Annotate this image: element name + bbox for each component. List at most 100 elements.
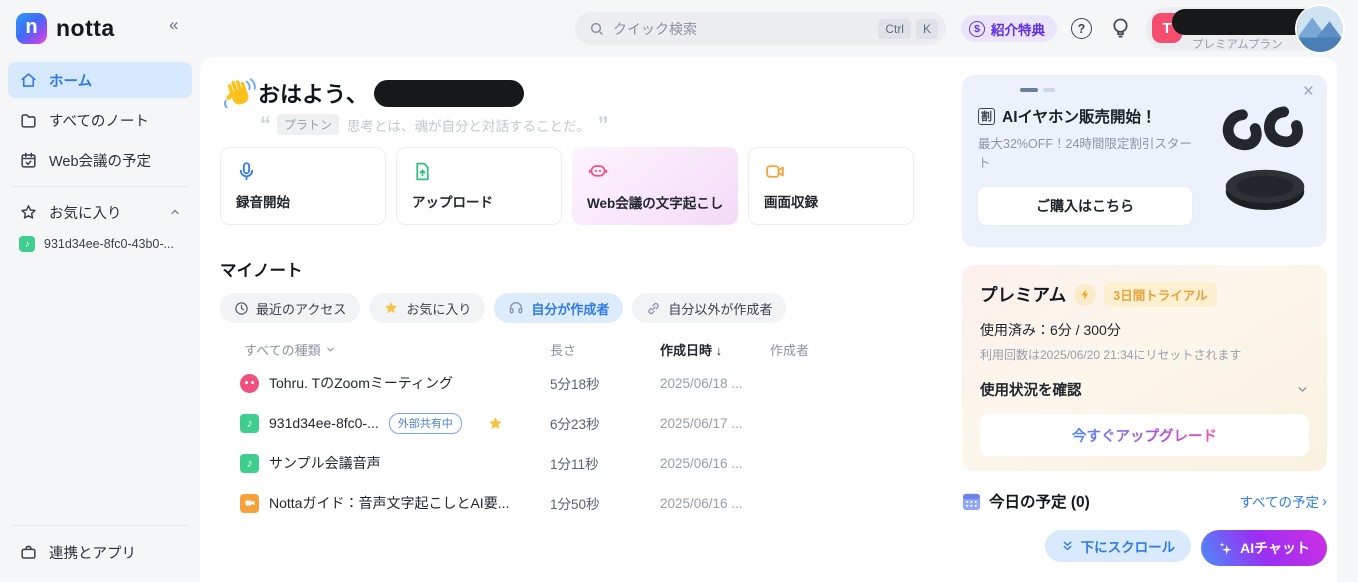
filter-created-by-others[interactable]: 自分以外が作成者: [632, 293, 786, 323]
double-chevron-down-icon: [1061, 539, 1074, 553]
filter-label: 自分が作成者: [531, 299, 609, 318]
search-input[interactable]: [613, 21, 873, 37]
note-title[interactable]: サンプル会議音声: [269, 453, 381, 473]
link-icon: [646, 301, 661, 316]
column-label: すべての種類: [244, 340, 321, 359]
filter-recent-access[interactable]: 最近のアクセス: [220, 293, 360, 323]
all-schedules-label: すべての予定: [1239, 491, 1319, 511]
action-label: アップロード: [412, 191, 546, 211]
microphone-icon: [236, 161, 257, 182]
sidebar: ホーム すべてのノート Web会議の予定 お気に入り ♪ 931d34ee-8f…: [0, 57, 200, 582]
note-created: 2025/06/18 ...: [660, 376, 770, 391]
action-label: 録音開始: [236, 191, 370, 211]
audio-file-icon: ♪: [240, 414, 259, 433]
column-created[interactable]: 作成日時 ↓: [660, 340, 770, 359]
discount-badge-icon: 割: [978, 108, 995, 125]
earphones-image: [1211, 101, 1319, 218]
premium-header: プレミアム 3日間トライアル: [980, 282, 1309, 307]
video-file-icon: [240, 494, 259, 513]
quick-search[interactable]: Ctrl K: [575, 12, 946, 45]
table-row[interactable]: ♪ 931d34ee-8fc0-... 外部共有中 6分23秒 2025/06/…: [220, 403, 934, 443]
upload-button[interactable]: アップロード: [396, 147, 562, 225]
purchase-button[interactable]: ご購入はこちら: [978, 187, 1192, 225]
close-icon[interactable]: ×: [1303, 81, 1314, 103]
action-label: Web会議の文字起こし: [587, 192, 723, 212]
meeting-transcribe-button[interactable]: Web会議の文字起こし: [572, 147, 738, 225]
audio-file-icon: ♪: [19, 236, 35, 252]
meeting-bot-icon: [587, 160, 609, 181]
clock-icon: [234, 301, 249, 316]
close-quote-icon: ”: [598, 120, 607, 130]
calendar-icon: [19, 151, 38, 170]
notes-table: すべての種類 長さ 作成日時 ↓ 作成者 Tohru. TのZoomミーティング…: [220, 335, 934, 523]
note-duration: 1分50秒: [550, 493, 660, 513]
question-glyph: ?: [1078, 22, 1086, 36]
greeting-row: おはよう、: [258, 77, 524, 109]
sidebar-favorites-header[interactable]: お気に入り: [8, 195, 192, 229]
note-title[interactable]: Nottaガイド：音声文字起こしとAI要...: [269, 493, 509, 513]
user-photo-avatar[interactable]: [1297, 6, 1343, 52]
filter-favorites[interactable]: お気に入り: [369, 293, 485, 323]
sidebar-footer: 連携とアプリ: [8, 517, 192, 574]
usage-reset-note: 利用回数は2025/06/20 21:34にリセットされます: [980, 346, 1309, 363]
premium-title: プレミアム: [980, 282, 1066, 307]
table-row[interactable]: Tohru. TのZoomミーティング 5分18秒 2025/06/18 ...: [220, 363, 934, 403]
note-title[interactable]: 931d34ee-8fc0-...: [269, 415, 379, 431]
upload-file-icon: [412, 161, 433, 182]
usage-summary: 使用済み：6分 / 300分: [980, 320, 1309, 340]
referral-label: 紹介特典: [991, 19, 1045, 39]
note-created: 2025/06/16 ...: [660, 456, 770, 471]
usage-detail-toggle[interactable]: 使用状況を確認: [980, 379, 1309, 400]
sidebar-item-integrations[interactable]: 連携とアプリ: [8, 534, 192, 570]
column-duration: 長さ: [550, 340, 660, 359]
star-icon: [19, 203, 38, 222]
calendar-color-icon: [962, 492, 981, 511]
screen-record-button[interactable]: 画面収録: [748, 147, 914, 225]
record-start-button[interactable]: 録音開始: [220, 147, 386, 225]
favorites-label: お気に入り: [49, 202, 122, 223]
chevron-down-icon: [325, 344, 336, 355]
column-type[interactable]: すべての種類: [220, 340, 550, 359]
upgrade-label: 今すぐアップグレード: [1072, 425, 1217, 446]
sidebar-favorite-note[interactable]: ♪ 931d34ee-8fc0-43b0-...: [8, 229, 192, 259]
sidebar-item-label: すべてのノート: [49, 110, 149, 131]
chevron-right-icon: ›: [1322, 493, 1327, 510]
folder-icon: [19, 111, 38, 130]
waving-hand-icon: [220, 74, 258, 119]
sidebar-item-meeting-schedule[interactable]: Web会議の予定: [8, 142, 192, 178]
search-icon: [589, 21, 605, 37]
schedule-count: (0): [1071, 494, 1090, 511]
notta-logo[interactable]: n notta: [16, 13, 115, 44]
referral-bonus-button[interactable]: $ 紹介特典: [961, 15, 1057, 42]
plan-label: プレミアムプラン: [1192, 36, 1283, 52]
usage-toggle-label: 使用状況を確認: [980, 379, 1082, 400]
dollar-icon: $: [969, 21, 985, 37]
filter-label: 自分以外が作成者: [668, 299, 772, 318]
sidebar-collapse-icon[interactable]: «: [169, 15, 178, 35]
filter-created-by-me[interactable]: 自分が作成者: [494, 293, 623, 323]
carousel-indicator[interactable]: [978, 88, 1311, 92]
apps-icon: [19, 543, 38, 562]
table-row[interactable]: Nottaガイド：音声文字起こしとAI要... 1分50秒 2025/06/16…: [220, 483, 934, 523]
topbar: n notta « Ctrl K $ 紹介特典 ? T プレミアムプラン: [0, 0, 1358, 57]
table-row[interactable]: ♪ サンプル会議音声 1分11秒 2025/06/16 ...: [220, 443, 934, 483]
upgrade-button[interactable]: 今すぐアップグレード: [980, 414, 1309, 456]
brand-name: notta: [56, 15, 115, 42]
today-schedule: 今日の予定 (0) すべての予定 ›: [962, 490, 1327, 512]
kbd-k: K: [916, 19, 938, 39]
scroll-down-button[interactable]: 下にスクロール: [1045, 530, 1192, 562]
whats-new-bulb-icon[interactable]: [1110, 17, 1131, 45]
sidebar-divider: [12, 525, 188, 526]
sidebar-item-home[interactable]: ホーム: [8, 62, 192, 98]
sparkle-icon: [1218, 541, 1233, 556]
all-schedules-link[interactable]: すべての予定 ›: [1239, 491, 1327, 511]
quote-author: プラトン: [277, 114, 339, 135]
favorite-star-icon[interactable]: [487, 415, 504, 432]
chevron-up-icon[interactable]: [169, 206, 181, 218]
sidebar-item-all-notes[interactable]: すべてのノート: [8, 102, 192, 138]
external-share-badge: 外部共有中: [389, 413, 462, 434]
greeting-text: おはよう、: [258, 77, 368, 109]
help-icon[interactable]: ?: [1071, 18, 1092, 39]
ai-chat-button[interactable]: AIチャット: [1201, 530, 1327, 566]
note-title[interactable]: Tohru. TのZoomミーティング: [269, 373, 453, 393]
